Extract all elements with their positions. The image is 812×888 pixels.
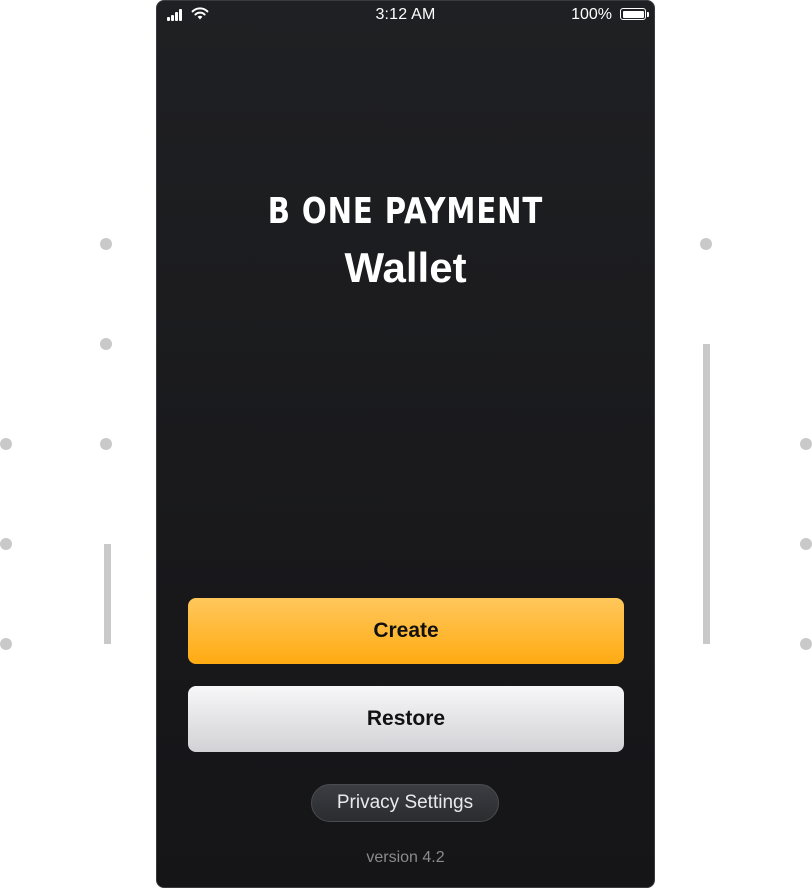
decor-dot [800, 638, 812, 650]
decor-dot [800, 538, 812, 550]
battery-percent: 100% [571, 6, 612, 23]
create-button-label: Create [373, 619, 439, 642]
decor-dot [0, 638, 12, 650]
brand-name: B ONE PAYMENT [267, 191, 544, 232]
decor-dot [700, 238, 712, 250]
decor-dot [100, 238, 112, 250]
battery-tip [647, 12, 649, 17]
decor-dot [100, 338, 112, 350]
create-button[interactable]: Create [188, 598, 624, 664]
privacy-settings-label: Privacy Settings [336, 792, 474, 813]
battery-icon [620, 8, 646, 20]
phone-screen: 3:12 AM 100% B ONE PAYMENT Wallet Create… [156, 0, 655, 888]
decor-dot [0, 538, 12, 550]
restore-button[interactable]: Restore [188, 686, 624, 752]
app-title: Wallet [344, 244, 467, 291]
privacy-settings-button[interactable]: Privacy Settings [311, 784, 499, 822]
decor-dot [100, 438, 112, 450]
decor-bar [104, 544, 111, 644]
decor-bar [703, 344, 710, 644]
decor-dot [800, 438, 812, 450]
screen-canvas: 3:12 AM 100% B ONE PAYMENT Wallet Create… [0, 0, 812, 888]
version-label: version 4.2 [366, 849, 445, 866]
restore-button-label: Restore [366, 707, 446, 730]
decor-dot [0, 438, 12, 450]
status-bar: 3:12 AM 100% [157, 1, 654, 29]
